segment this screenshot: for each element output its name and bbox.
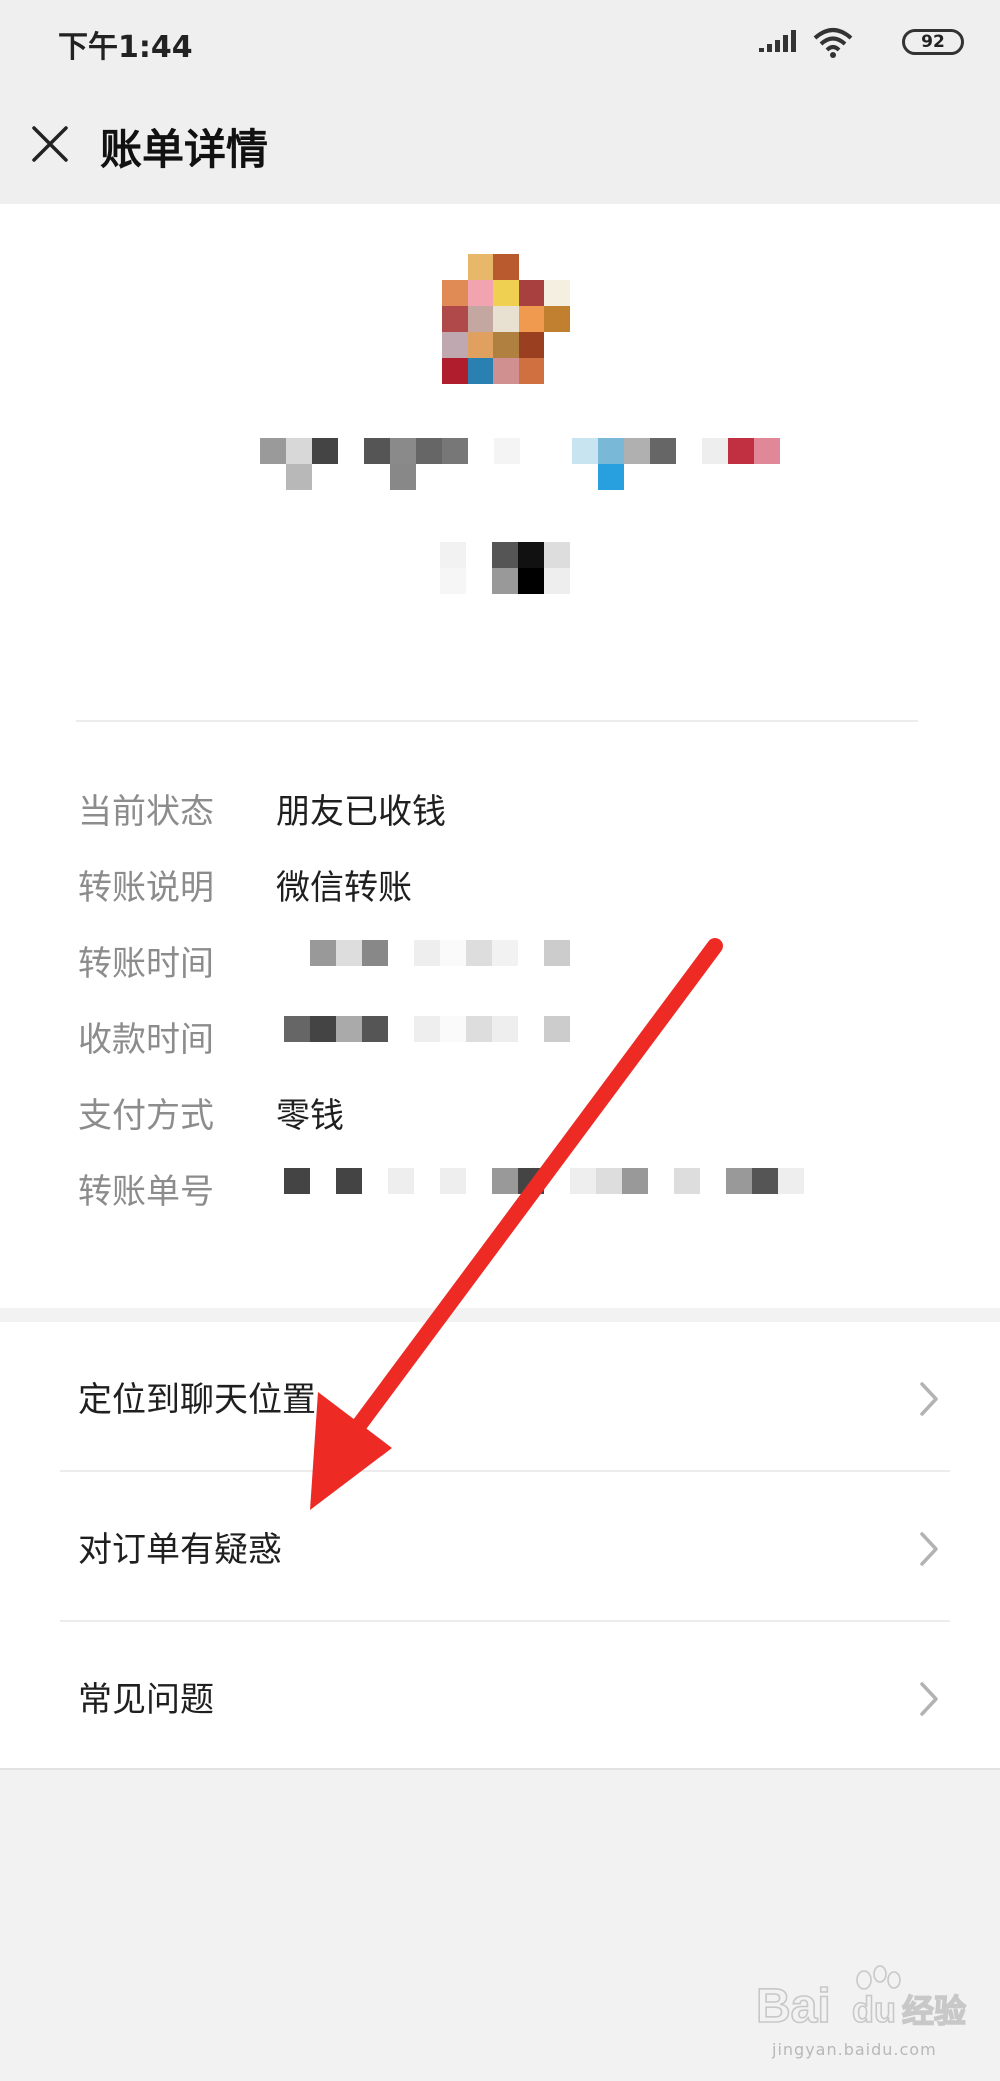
blurred-value	[284, 1168, 804, 1194]
divider	[0, 1768, 1000, 1770]
svg-text:经验: 经验	[902, 1992, 966, 2030]
detail-label: 收款时间	[78, 1020, 214, 1060]
avatar	[442, 254, 570, 384]
blurred-name	[260, 438, 780, 464]
baidu-watermark-logo: Bai du 经验	[756, 1965, 967, 2034]
chevron-right-icon	[920, 1532, 938, 1566]
detail-label: 当前状态	[78, 792, 214, 832]
detail-label: 转账说明	[78, 868, 214, 908]
svg-text:du: du	[852, 1989, 896, 2030]
detail-label: 转账单号	[78, 1172, 214, 1212]
detail-row-payment-method: 支付方式 零钱	[78, 1078, 958, 1154]
chevron-right-icon	[920, 1682, 938, 1716]
header: 账单详情	[0, 92, 1000, 204]
action-menu: 定位到聊天位置 对订单有疑惑 常见问题	[0, 1322, 1000, 1768]
close-icon[interactable]	[30, 124, 70, 164]
detail-value: 朋友已收钱	[276, 792, 446, 832]
blurred-name-sub	[286, 464, 624, 490]
menu-item-label: 常见问题	[78, 1680, 214, 1720]
detail-label: 转账时间	[78, 944, 214, 984]
blurred-amount-sub	[440, 568, 570, 594]
blurred-value	[284, 940, 570, 966]
svg-text:Bai: Bai	[756, 1980, 831, 2033]
page-title: 账单详情	[100, 125, 269, 174]
detail-row-transfer-id: 转账单号	[78, 1154, 958, 1230]
detail-list: 当前状态 朋友已收钱 转账说明 微信转账 转账时间 收款时间 支付方式 零钱 转…	[78, 774, 958, 1230]
menu-item-label: 定位到聊天位置	[78, 1380, 316, 1420]
blurred-value	[284, 1016, 570, 1042]
menu-item-order-doubt[interactable]: 对订单有疑惑	[0, 1472, 1000, 1622]
menu-item-faq[interactable]: 常见问题	[0, 1622, 1000, 1772]
detail-row-description: 转账说明 微信转账	[78, 850, 958, 926]
status-bar: 下午1:44 92	[0, 0, 1000, 92]
detail-value: 微信转账	[276, 868, 412, 908]
blurred-amount	[440, 542, 570, 568]
signal-icon	[759, 30, 796, 52]
detail-row-receive-time: 收款时间	[78, 1002, 958, 1078]
detail-row-transfer-time: 转账时间	[78, 926, 958, 1002]
battery-icon: 92	[902, 29, 964, 55]
divider	[76, 720, 918, 722]
detail-row-status: 当前状态 朋友已收钱	[78, 774, 958, 850]
chevron-right-icon	[920, 1382, 938, 1416]
status-icons: 92	[744, 26, 964, 62]
menu-item-locate-chat[interactable]: 定位到聊天位置	[0, 1322, 1000, 1472]
wifi-icon	[813, 28, 853, 58]
detail-label: 支付方式	[78, 1096, 214, 1136]
bill-card: 当前状态 朋友已收钱 转账说明 微信转账 转账时间 收款时间 支付方式 零钱 转…	[0, 204, 1000, 1308]
detail-value: 零钱	[276, 1096, 344, 1136]
status-time: 下午1:44	[58, 30, 193, 65]
watermark-url: jingyan.baidu.com	[772, 2040, 937, 2059]
menu-item-label: 对订单有疑惑	[78, 1530, 282, 1570]
